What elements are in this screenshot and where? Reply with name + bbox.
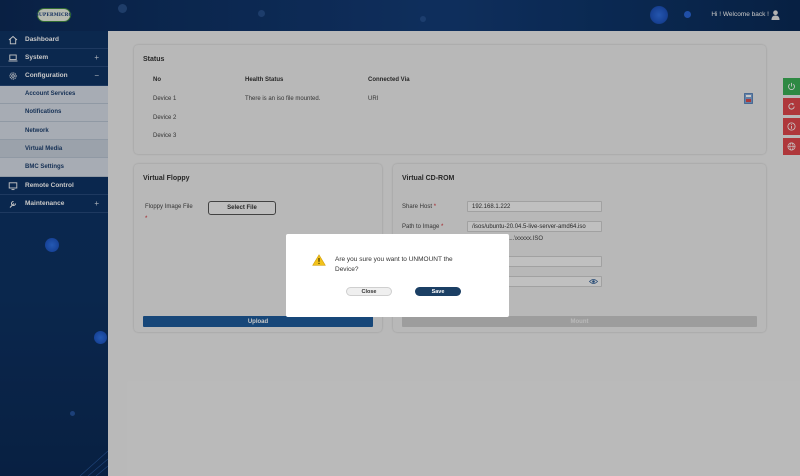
save-button[interactable]: Save bbox=[415, 287, 461, 296]
dialog-message: Are you sure you want to UNMOUNT the Dev… bbox=[335, 256, 453, 273]
close-button[interactable]: Close bbox=[346, 287, 392, 296]
warning-icon bbox=[312, 254, 326, 266]
unmount-confirm-dialog: Are you sure you want to UNMOUNT the Dev… bbox=[286, 234, 509, 317]
